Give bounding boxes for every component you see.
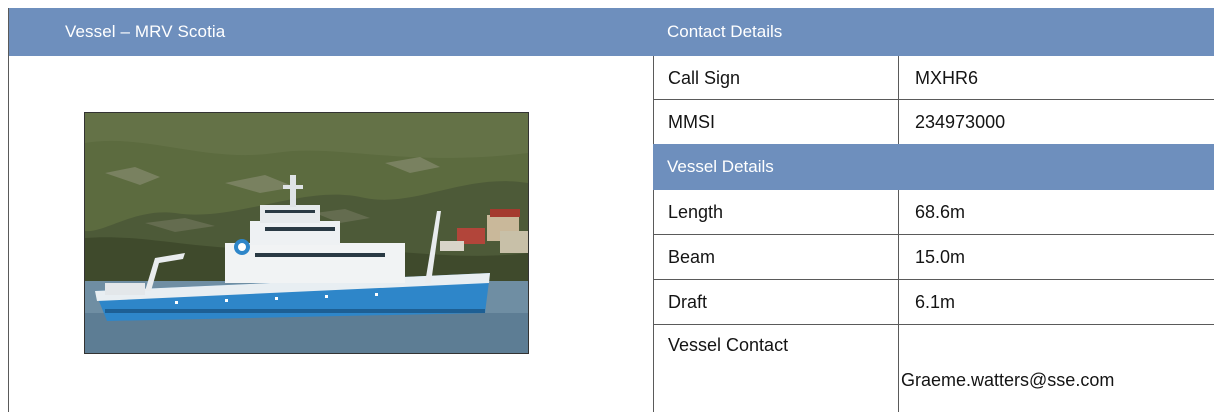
beam-value: 15.0m (915, 247, 966, 267)
mmsi-value: 234973000 (915, 112, 1006, 132)
contact-details-title: Contact Details (667, 22, 783, 41)
vessel-photo-panel: Vessel – MRV Scotia (8, 8, 654, 412)
mmsi-label: MMSI (668, 112, 715, 132)
vessel-contact-email[interactable]: Graeme.watters@sse.com (901, 370, 1114, 391)
call-sign-value: MXHR6 (915, 68, 979, 88)
vessel-panel-header: Vessel – MRV Scotia (9, 8, 654, 56)
draft-label: Draft (668, 292, 708, 312)
table-row-vessel-contact: Vessel Contact Graeme.watters@sse.com (653, 325, 1214, 412)
table-row-length: Length 68.6m (653, 190, 1214, 235)
table-row-draft: Draft 6.1m (653, 280, 1214, 325)
beam-label: Beam (668, 247, 716, 267)
length-value: 68.6m (915, 202, 966, 222)
vessel-details-title: Vessel Details (667, 157, 774, 176)
length-label: Length (668, 202, 724, 222)
call-sign-label: Call Sign (668, 68, 741, 88)
table-row-beam: Beam 15.0m (653, 235, 1214, 280)
details-table: Contact Details Call Sign MXHR6 MMSI 234… (653, 8, 1214, 412)
vessel-details-header: Vessel Details (653, 144, 1214, 190)
vessel-photo (84, 112, 529, 354)
draft-value: 6.1m (915, 292, 956, 312)
table-row-call-sign: Call Sign MXHR6 (653, 56, 1214, 100)
vessel-info-sheet: Vessel – MRV Scotia Contact Details Call… (8, 8, 1214, 412)
table-row-mmsi: MMSI 234973000 (653, 100, 1214, 144)
contact-details-header: Contact Details (653, 8, 1214, 56)
vessel-contact-label: Vessel Contact (668, 335, 789, 355)
